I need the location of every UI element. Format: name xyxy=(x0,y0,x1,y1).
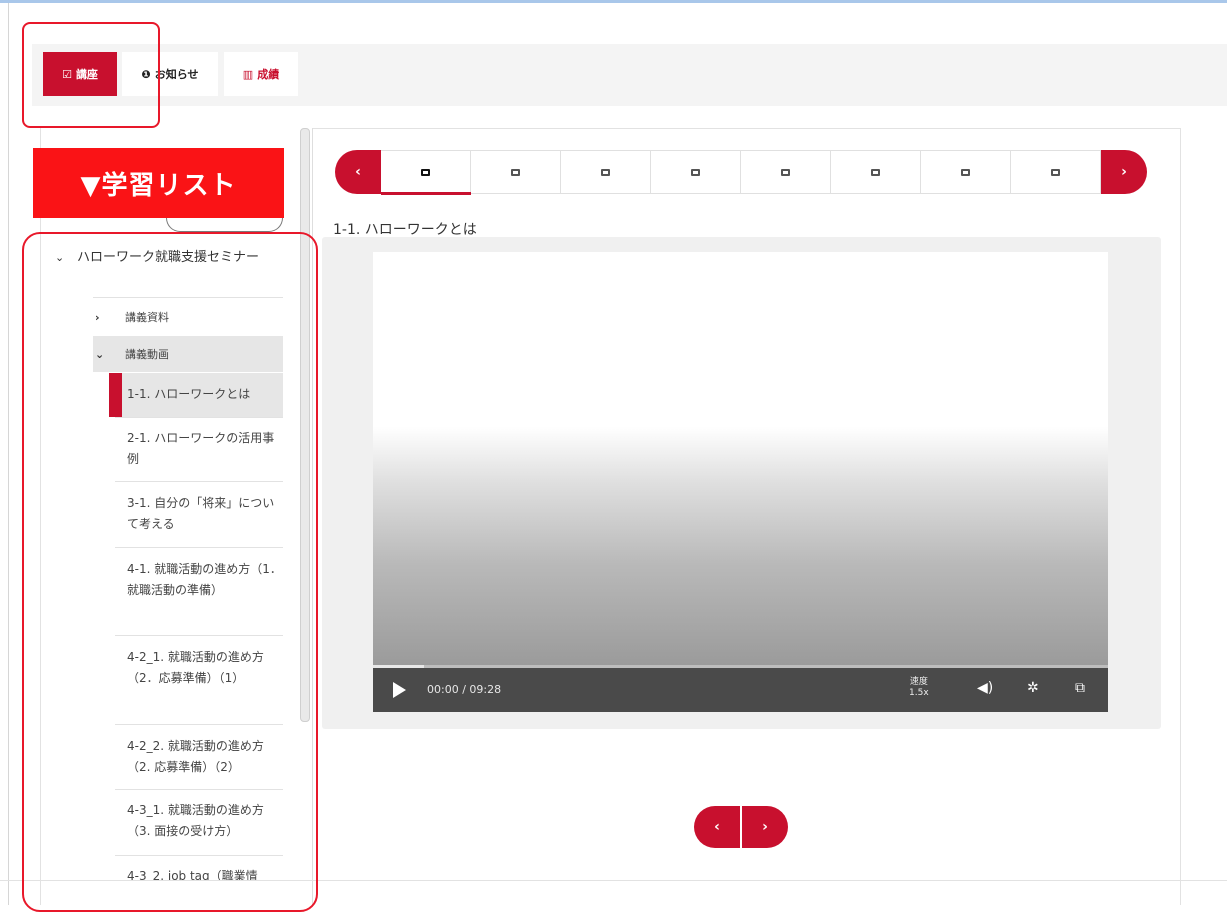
lesson-item-4-1[interactable]: 4-1. 就職活動の進め方（1．就職活動の準備） xyxy=(109,559,283,601)
chevron-down-icon: ⌄ xyxy=(55,251,65,264)
info-circle-icon: ❶ xyxy=(141,67,151,81)
tree-folder-videos[interactable]: ⌄ 講義動画 xyxy=(93,336,283,372)
lesson-item-label: 2-1. ハローワークの活用事例 xyxy=(127,431,275,466)
lesson-pager: ‹ › xyxy=(694,806,788,848)
chevron-down-icon: ⌄ xyxy=(95,347,105,361)
tree-divider xyxy=(93,297,283,298)
tree-course-node[interactable]: ⌄ ハローワーク就職支援セミナー xyxy=(55,250,285,266)
carousel-item[interactable] xyxy=(651,151,741,193)
play-icon[interactable] xyxy=(393,682,406,698)
lesson-item-4-2-1[interactable]: 4-2_1. 就職活動の進め方（2．応募準備）（1） xyxy=(109,647,283,689)
list-separator xyxy=(115,789,283,790)
picture-in-picture-icon[interactable]: ⧉ xyxy=(1075,680,1085,696)
window-bottom-border xyxy=(0,880,1227,881)
video-icon xyxy=(511,168,520,176)
carousel-item[interactable] xyxy=(741,151,831,193)
speed-label: 速度 xyxy=(909,677,928,687)
tab-course[interactable]: ☑ 講座 xyxy=(43,52,117,96)
carousel-strip xyxy=(381,150,1101,195)
bar-chart-icon: ▥ xyxy=(242,67,254,81)
list-separator xyxy=(115,547,283,548)
window-top-border xyxy=(0,0,1227,3)
video-icon xyxy=(781,168,790,176)
speed-value: 1.5x xyxy=(909,688,929,698)
video-icon xyxy=(691,168,700,176)
carousel-prev-button[interactable]: ‹ xyxy=(335,150,381,194)
gear-icon[interactable]: ✲ xyxy=(1027,680,1039,696)
lesson-item-4-3-1[interactable]: 4-3_1. 就職活動の進め方（3. 面接の受け方） xyxy=(109,800,283,842)
tree-folder-label: 講義資料 xyxy=(125,311,169,324)
lesson-item-3-1[interactable]: 3-1. 自分の「将来」について考える xyxy=(109,493,283,535)
carousel-item[interactable] xyxy=(831,151,921,193)
pager-prev-button[interactable]: ‹ xyxy=(694,806,740,848)
lesson-carousel: ‹ › xyxy=(335,150,1147,195)
window-left-border xyxy=(8,3,9,905)
tab-notice-label: お知らせ xyxy=(154,68,199,81)
list-separator xyxy=(115,724,283,725)
study-list-banner: ▼学習リスト xyxy=(33,148,284,218)
video-screen[interactable] xyxy=(373,252,1108,668)
list-separator xyxy=(115,635,283,636)
video-icon xyxy=(1051,168,1060,176)
video-icon xyxy=(871,168,880,176)
sidebar-scrollbar[interactable] xyxy=(300,128,310,722)
lesson-item-label: 4-2_1. 就職活動の進め方（2．応募準備）（1） xyxy=(127,650,264,685)
tab-grades-label: 成績 xyxy=(257,68,280,81)
tab-grades[interactable]: ▥ 成績 xyxy=(224,52,298,96)
carousel-next-button[interactable]: › xyxy=(1101,150,1147,194)
volume-icon[interactable]: ◀) xyxy=(977,680,993,696)
tab-course-label: 講座 xyxy=(75,68,98,81)
tree-course-label: ハローワーク就職支援セミナー xyxy=(77,250,260,265)
speed-button[interactable]: 速度 1.5x xyxy=(909,677,929,699)
lesson-item-label: 4-3_1. 就職活動の進め方（3. 面接の受け方） xyxy=(127,803,264,838)
carousel-item[interactable] xyxy=(381,151,471,195)
carousel-item[interactable] xyxy=(921,151,1011,193)
lesson-item-label: 4-2_2. 就職活動の進め方（2. 応募準備）（2） xyxy=(127,739,264,774)
lesson-item-4-3-2[interactable]: 4-3_2. job tag（職業情 xyxy=(109,866,283,880)
video-time: 00:00 / 09:28 xyxy=(427,683,502,696)
list-separator xyxy=(115,417,283,418)
lesson-item-label: 4-3_2. job tag（職業情 xyxy=(127,869,258,880)
list-separator xyxy=(115,481,283,482)
carousel-item[interactable] xyxy=(471,151,561,193)
video-icon xyxy=(601,168,610,176)
pager-next-button[interactable]: › xyxy=(742,806,788,848)
video-icon xyxy=(421,168,430,176)
lesson-item-1-1[interactable]: 1-1. ハローワークとは xyxy=(109,373,283,417)
video-controls: 00:00 / 09:28 速度 1.5x ◀) ✲ ⧉ xyxy=(373,668,1108,712)
lesson-title: 1-1. ハローワークとは xyxy=(333,222,477,238)
lesson-item-4-2-2[interactable]: 4-2_2. 就職活動の進め方（2. 応募準備）（2） xyxy=(109,736,283,778)
edit-icon: ☑ xyxy=(62,67,72,81)
carousel-item[interactable] xyxy=(561,151,651,193)
video-icon xyxy=(961,168,970,176)
lesson-item-label: 1-1. ハローワークとは xyxy=(127,387,251,401)
tree-folder-materials[interactable]: › 講義資料 xyxy=(93,299,283,335)
chevron-right-icon: › xyxy=(95,310,100,324)
lesson-item-label: 4-1. 就職活動の進め方（1．就職活動の準備） xyxy=(127,562,282,597)
tree-folder-label: 講義動画 xyxy=(125,348,169,361)
list-separator xyxy=(115,855,283,856)
carousel-item[interactable] xyxy=(1011,151,1101,193)
tab-notice[interactable]: ❶ お知らせ xyxy=(122,52,218,96)
lesson-item-2-1[interactable]: 2-1. ハローワークの活用事例 xyxy=(109,428,283,470)
lesson-item-label: 3-1. 自分の「将来」について考える xyxy=(127,496,275,531)
